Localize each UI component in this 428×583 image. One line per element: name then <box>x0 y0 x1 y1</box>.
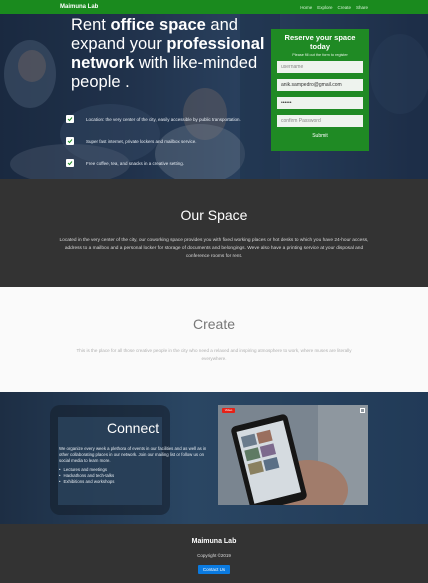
checkmark-icon <box>66 115 74 123</box>
video-thumbnail <box>218 405 368 505</box>
connect-section: Connect We organize every week a plethor… <box>0 392 428 524</box>
section-text: Located in the very center of the city, … <box>59 238 369 259</box>
password-input[interactable] <box>277 97 363 109</box>
list-item: Exhibitions and workshops <box>59 479 214 485</box>
create-section: Create This is the place for all those c… <box>0 287 428 392</box>
contact-us-button[interactable]: Contact Us <box>197 565 231 574</box>
nav-link-home[interactable]: Home <box>300 5 312 10</box>
footer-brand: Maimuna Lab <box>191 538 237 545</box>
video-embed[interactable]: Video <box>218 405 368 505</box>
footer: Maimuna Lab Copyright ©2019 Contact Us <box>0 524 428 583</box>
copyright-text: Copyright ©2019 <box>197 553 231 558</box>
feature-text: Location: the very center of the city, e… <box>86 116 241 122</box>
checkmark-icon <box>66 137 74 145</box>
hero-section: Rent office space and expand your profes… <box>0 14 428 179</box>
fullscreen-icon[interactable] <box>360 408 365 413</box>
nav-link-share[interactable]: Share <box>356 5 368 10</box>
events-list: Lectures and meetings Hackathons and tec… <box>59 467 214 484</box>
our-space-section: Our Space Located in the very center of … <box>0 179 428 287</box>
nav-link-explore[interactable]: Explore <box>317 5 332 10</box>
navbar-brand[interactable]: Maimuna Lab <box>60 4 98 10</box>
confirm-password-input[interactable] <box>277 115 363 127</box>
connect-content: Connect We organize every week a plethor… <box>59 420 214 485</box>
section-text: We organize every week a plethora of eve… <box>59 446 207 463</box>
feature-text: Free coffee, tea, and snacks in a creati… <box>86 160 184 166</box>
signup-subtitle: Please fill out the form to register <box>292 53 348 57</box>
nav-link-create[interactable]: Create <box>337 5 351 10</box>
feature-item: Super fast internet, private lockers and… <box>66 130 266 152</box>
section-title: Connect <box>107 420 160 436</box>
signup-form: Reserve your space today Please fill out… <box>271 29 369 151</box>
feature-item: Free coffee, tea, and snacks in a creati… <box>66 152 266 174</box>
email-input[interactable] <box>277 79 363 91</box>
section-title: Our Space <box>180 207 248 223</box>
section-text: This is the place for all those creative… <box>76 348 352 361</box>
feature-text: Super fast internet, private lockers and… <box>86 138 197 144</box>
feature-list: Location: the very center of the city, e… <box>66 108 266 174</box>
hero-headline: Rent office space and expand your profes… <box>71 16 265 91</box>
username-input[interactable] <box>277 61 363 73</box>
feature-item: Location: the very center of the city, e… <box>66 108 266 130</box>
video-badge: Video <box>222 408 235 413</box>
submit-button[interactable]: Submit <box>277 131 363 140</box>
top-navbar: Maimuna Lab Home Explore Create Share <box>0 0 428 14</box>
nav-links: Home Explore Create Share <box>300 5 368 10</box>
section-title: Create <box>192 316 236 332</box>
checkmark-icon <box>66 159 74 167</box>
signup-title: Reserve your space today <box>284 33 356 51</box>
